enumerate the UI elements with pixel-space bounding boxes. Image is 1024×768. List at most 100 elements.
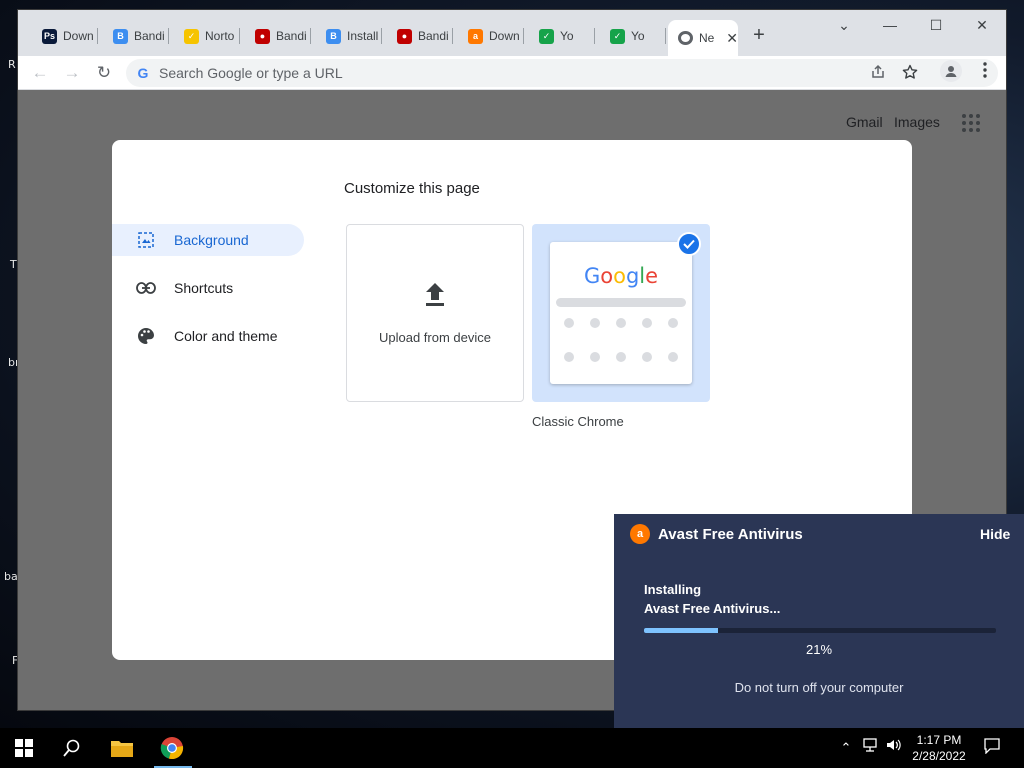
- tab-label: Yo: [631, 29, 645, 43]
- tab[interactable]: ✓ Yo: [525, 23, 595, 49]
- tab-separator: [168, 28, 169, 44]
- sidebar-item-label: Color and theme: [174, 328, 278, 344]
- tab-search-icon[interactable]: ⌄: [824, 14, 864, 36]
- progress-fill: [644, 628, 718, 633]
- google-g-icon: G: [137, 65, 149, 81]
- avast-title: Avast Free Antivirus: [658, 526, 803, 543]
- palette-icon: [136, 326, 156, 346]
- warning-text: Do not turn off your computer: [734, 680, 904, 695]
- back-icon[interactable]: ←: [29, 62, 51, 84]
- tab-active[interactable]: Ne ✕: [668, 20, 738, 56]
- background-image-icon: [136, 230, 156, 250]
- tab[interactable]: ✓ Norto: [170, 23, 240, 49]
- tab[interactable]: B Bandi: [99, 23, 169, 49]
- tab[interactable]: ✓ Yo: [596, 23, 666, 49]
- desktop-icon-label[interactable]: R: [8, 58, 16, 71]
- network-icon[interactable]: [860, 738, 880, 758]
- tab-label: Down: [63, 29, 94, 43]
- tab-separator: [310, 28, 311, 44]
- bandicam-icon: B: [326, 28, 341, 44]
- bookmark-star-icon[interactable]: [900, 64, 920, 84]
- tab[interactable]: B Install: [312, 23, 382, 49]
- volume-icon[interactable]: [884, 738, 904, 758]
- install-progress-bar: [644, 628, 996, 633]
- tab[interactable]: ● Bandi: [241, 23, 311, 49]
- record-icon: ●: [397, 28, 412, 44]
- photoshop-icon: Ps: [42, 28, 57, 44]
- tab-label: Bandi: [418, 29, 449, 43]
- sidebar-item-background[interactable]: Background: [112, 224, 304, 256]
- status-line-1: Installing: [644, 582, 702, 597]
- file-explorer-icon[interactable]: [98, 728, 146, 768]
- tab-separator: [452, 28, 453, 44]
- notifications-icon[interactable]: [982, 738, 1002, 758]
- sidebar-item-label: Shortcuts: [174, 280, 234, 296]
- tab-separator: [665, 28, 666, 44]
- tab-label: Bandi: [276, 29, 307, 43]
- sidebar-item-color-theme[interactable]: Color and theme: [112, 320, 304, 352]
- classic-chrome-preview: Google: [550, 242, 692, 384]
- chrome-icon: [678, 31, 693, 45]
- minimize-button[interactable]: —: [870, 14, 910, 36]
- close-window-button[interactable]: ✕: [962, 14, 1002, 36]
- desktop-icon-label[interactable]: ba: [4, 570, 18, 583]
- install-status: Installing Avast Free Antivirus...: [644, 580, 944, 618]
- hide-button[interactable]: Hide: [980, 526, 1010, 542]
- windows-start-icon[interactable]: [0, 728, 48, 768]
- record-icon: ●: [255, 28, 270, 44]
- norton-icon: ✓: [184, 28, 199, 44]
- avast-icon: a: [630, 524, 650, 544]
- upload-from-device-tile[interactable]: Upload from device: [346, 224, 524, 402]
- bandicam-icon: B: [113, 28, 128, 44]
- share-icon[interactable]: [868, 64, 888, 84]
- tab[interactable]: ● Bandi: [383, 23, 453, 49]
- images-link[interactable]: Images: [894, 114, 940, 130]
- gmail-link[interactable]: Gmail: [846, 114, 883, 130]
- upload-label: Upload from device: [379, 330, 491, 345]
- tab-label: Down: [489, 29, 520, 43]
- maximize-button[interactable]: ☐: [916, 14, 956, 36]
- tray-chevron-up-icon[interactable]: ⌃: [836, 738, 856, 758]
- tab[interactable]: a Down: [454, 23, 524, 49]
- tab-separator: [594, 28, 595, 44]
- tab-separator: [381, 28, 382, 44]
- status-line-2: Avast Free Antivirus...: [644, 601, 781, 616]
- forward-icon[interactable]: →: [61, 62, 83, 84]
- omnibox[interactable]: G Search Google or type a URL: [126, 59, 998, 87]
- desktop-icon-label[interactable]: T: [10, 258, 17, 271]
- avast-install-popup: a Avast Free Antivirus Hide Installing A…: [614, 514, 1024, 728]
- tab-label: Ne: [699, 31, 715, 45]
- tab-separator: [239, 28, 240, 44]
- new-tab-button[interactable]: +: [748, 24, 770, 46]
- tab[interactable]: Ps Down: [28, 23, 98, 49]
- link-icon: [136, 278, 156, 298]
- search-icon[interactable]: [48, 728, 96, 768]
- menu-kebab-icon[interactable]: [974, 62, 996, 84]
- tab-label: Norto: [205, 29, 235, 43]
- tab-separator: [523, 28, 524, 44]
- shortcut-dots: [564, 318, 678, 362]
- classic-chrome-tile[interactable]: Google: [532, 224, 710, 402]
- selected-check-icon: [677, 232, 701, 256]
- tab-strip: Ps Down B Bandi ✓ Norto ● Bandi B Install ● Bandi a D…: [18, 10, 1006, 56]
- progress-percent: 21%: [805, 642, 833, 657]
- close-tab-icon[interactable]: ✕: [726, 30, 738, 47]
- tab-label: Yo: [560, 29, 574, 43]
- tab-label: Bandi: [134, 29, 165, 43]
- taskbar-clock[interactable]: 1:17 PM 2/28/2022: [906, 732, 972, 764]
- clock-time: 1:17 PM: [916, 733, 962, 747]
- omnibox-placeholder: Search Google or type a URL: [159, 65, 343, 81]
- browser-toolbar: ← → ↻ G Search Google or type a URL: [18, 56, 1006, 90]
- upload-icon: [423, 281, 447, 312]
- avast-icon: a: [468, 28, 483, 44]
- tab-label: Install: [347, 29, 379, 43]
- sidebar-item-shortcuts[interactable]: Shortcuts: [112, 272, 304, 304]
- sidebar-item-label: Background: [174, 232, 249, 248]
- google-logo: Google: [583, 264, 659, 288]
- profile-avatar-icon[interactable]: [940, 60, 962, 82]
- google-apps-icon[interactable]: [962, 114, 980, 132]
- taskbar: ⌃ 1:17 PM 2/28/2022: [0, 728, 1024, 768]
- reload-icon[interactable]: ↻: [93, 62, 115, 84]
- chrome-taskbar-icon[interactable]: [148, 728, 196, 768]
- clock-date: 2/28/2022: [912, 749, 966, 763]
